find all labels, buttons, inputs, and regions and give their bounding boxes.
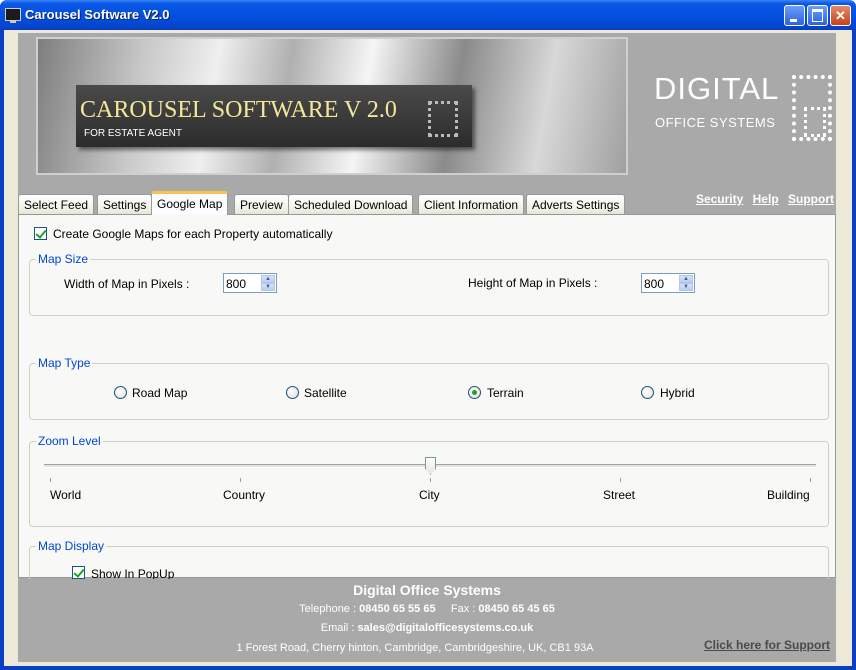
support-footer-link[interactable]: Click here for Support [704,638,830,652]
spin-up-icon[interactable]: ▲ [261,275,275,283]
telephone-value: 08450 65 55 65 [359,603,436,615]
show-in-popup-checkbox[interactable] [72,566,85,579]
map-height-value: 800 [644,277,665,291]
map-height-stepper[interactable]: 800 ▲ ▼ [641,273,695,293]
tab-adverts-settings[interactable]: Adverts Settings [526,194,626,214]
radio-road-map[interactable] [114,386,127,399]
google-map-panel: Create Google Maps for each Property aut… [18,214,836,597]
zoom-level-group: Zoom Level World Country City Street Bui… [29,434,829,527]
map-size-title: Map Size [36,252,91,266]
support-link[interactable]: Support [788,192,834,206]
footer-email-line: Email : sales@digitalofficesystems.co.uk [18,622,836,634]
app-monitor-icon [5,8,21,23]
map-type-group: Map Type Road Map Satellite Terrain Hybr… [29,356,829,420]
title-bar[interactable]: Carousel Software V2.0 ✕ [0,0,856,30]
client-area: CAROUSEL SOFTWARE V 2.0 FOR ESTATE AGENT… [4,30,852,666]
radio-hybrid[interactable] [641,386,654,399]
email-label: Email : [320,622,355,634]
company-logo: DIGITAL OFFICE SYSTEMS [654,71,844,151]
tab-client-information[interactable]: Client Information [418,194,525,214]
spin-up-icon[interactable]: ▲ [679,275,693,283]
tab-scheduled-download[interactable]: Scheduled Download [288,194,414,214]
zoom-label-building: Building [767,488,810,502]
map-size-group: Map Size Width of Map in Pixels : 800 ▲ … [29,252,829,316]
map-type-title: Map Type [36,356,93,370]
header-links: Security Help Support [690,192,834,206]
zoom-slider-thumb[interactable] [425,457,436,475]
map-display-title: Map Display [36,539,107,553]
map-width-stepper[interactable]: 800 ▲ ▼ [223,273,277,293]
map-width-label: Width of Map in Pixels : [64,277,190,291]
hybrid-label: Hybrid [660,386,695,400]
map-width-value: 800 [226,277,247,291]
spin-down-icon[interactable]: ▼ [261,283,275,291]
map-height-label: Height of Map in Pixels : [468,276,598,290]
zoom-tick [810,478,811,482]
zoom-tick [430,478,431,482]
banner-logo-icon [428,101,458,137]
create-maps-label: Create Google Maps for each Property aut… [53,227,333,241]
brand-mark-icon [792,75,832,141]
email-value[interactable]: sales@digitalofficesystems.co.uk [357,622,533,634]
road-map-label: Road Map [132,386,188,400]
telephone-label: Telephone : [299,603,357,615]
banner-subtitle: FOR ESTATE AGENT [84,128,182,139]
app-window: Carousel Software V2.0 ✕ CAROUSEL SOFTWA… [0,0,856,670]
zoom-tick [240,478,241,482]
radio-satellite[interactable] [286,386,299,399]
brand-name: DIGITAL [654,71,780,106]
spin-down-icon[interactable]: ▼ [679,283,693,291]
security-link[interactable]: Security [696,192,743,206]
fax-label: Fax : [450,603,476,615]
help-link[interactable]: Help [753,192,779,206]
minimize-button[interactable] [784,5,805,26]
satellite-label: Satellite [304,386,347,400]
zoom-label-city: City [419,488,440,502]
zoom-tick [50,478,51,482]
close-button[interactable]: ✕ [830,5,851,26]
tab-select-feed[interactable]: Select Feed [18,194,95,214]
fax-value: 08450 65 45 65 [478,603,555,615]
radio-terrain[interactable] [468,386,481,399]
banner-title: CAROUSEL SOFTWARE V 2.0 [80,97,397,123]
footer-address: 1 Forest Road, Cherry hinton, Cambridge,… [236,642,594,654]
zoom-label-street: Street [603,488,636,502]
window-title: Carousel Software V2.0 [25,7,170,22]
zoom-tick [620,478,621,482]
header-banner: CAROUSEL SOFTWARE V 2.0 FOR ESTATE AGENT [36,37,628,175]
tab-settings[interactable]: Settings [97,194,153,214]
terrain-label: Terrain [487,386,524,400]
zoom-level-title: Zoom Level [36,434,103,448]
tab-google-map[interactable]: Google Map [151,191,229,215]
footer: Digital Office Systems Telephone : 08450… [18,579,836,659]
create-maps-checkbox[interactable] [34,227,47,240]
tab-preview[interactable]: Preview [234,194,289,214]
maximize-button[interactable] [807,5,828,26]
footer-contact-line: Telephone : 08450 65 55 65 Fax : 08450 6… [18,603,836,615]
zoom-label-country: Country [223,488,266,502]
brand-tagline: OFFICE SYSTEMS [655,115,776,130]
zoom-label-world: World [50,488,82,502]
footer-company: Digital Office Systems [353,582,501,598]
